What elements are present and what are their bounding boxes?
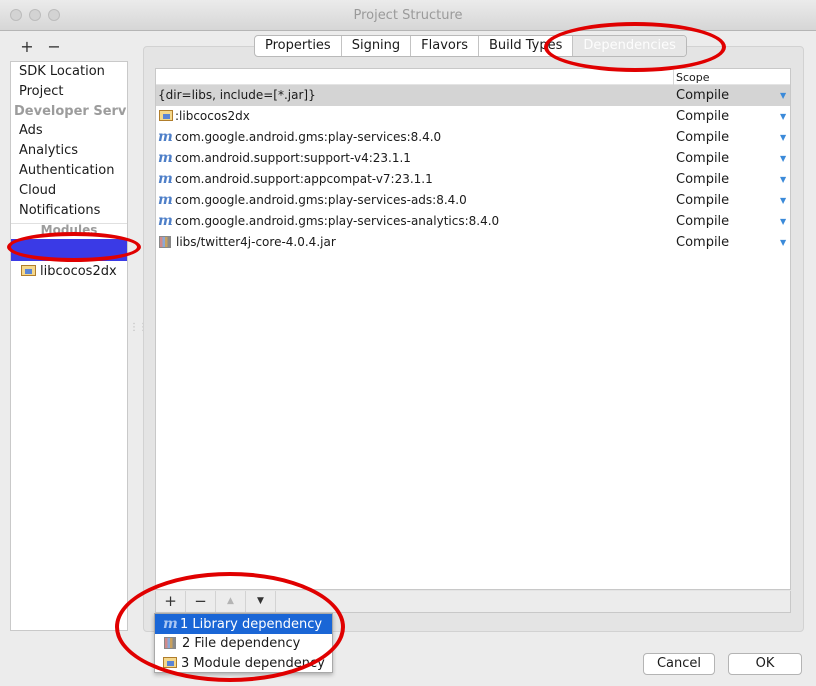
scope-value[interactable]: Compile	[676, 190, 729, 211]
dependency-name: com.google.android.gms:play-services-ana…	[175, 214, 500, 228]
maven-icon: m	[158, 213, 173, 229]
tab-dependencies[interactable]: Dependencies	[573, 36, 686, 56]
maven-icon: m	[158, 150, 173, 166]
table-row[interactable]: m com.google.android.gms:play-services:8.…	[156, 127, 790, 148]
scope-dropdown-icon[interactable]: ▼	[780, 232, 786, 253]
menu-item-module-dependency[interactable]: 3 Module dependency	[155, 654, 332, 674]
dependencies-table: Scope {dir=libs, include=[*.jar]} Compil…	[155, 68, 791, 590]
scope-dropdown-icon[interactable]: ▼	[780, 106, 786, 127]
sidebar-item-ads[interactable]: Ads	[11, 121, 127, 141]
sidebar-item-sdk-location[interactable]: SDK Location	[11, 62, 127, 82]
scope-dropdown-icon[interactable]: ▼	[780, 211, 786, 232]
scope-value[interactable]: Compile	[676, 148, 729, 169]
scope-value[interactable]: Compile	[676, 127, 729, 148]
sidebar-item-selected-redacted[interactable]	[11, 239, 127, 261]
scope-value[interactable]: Compile	[676, 169, 729, 190]
scope-dropdown-icon[interactable]: ▼	[780, 148, 786, 169]
sidebar-item-authentication[interactable]: Authentication	[11, 161, 127, 181]
add-dependency-button[interactable]: +	[156, 591, 186, 612]
jar-icon	[159, 236, 171, 248]
module-folder-icon	[159, 110, 173, 121]
maven-icon: m	[158, 192, 173, 208]
menu-item-label: 3 Module dependency	[181, 656, 325, 671]
dependency-name: com.google.android.gms:play-services:8.4…	[175, 130, 442, 144]
remove-module-button[interactable]: −	[43, 37, 65, 56]
dependency-name: com.android.support:support-v4:23.1.1	[175, 151, 411, 165]
scope-value[interactable]: Compile	[676, 211, 729, 232]
table-row[interactable]: :libcocos2dx Compile ▼	[156, 106, 790, 127]
tab-signing[interactable]: Signing	[342, 36, 412, 56]
window-title: Project Structure	[353, 8, 463, 23]
maven-icon: m	[163, 616, 178, 632]
sidebar-item-notifications[interactable]: Notifications	[11, 201, 127, 221]
sidebar: SDK Location Project Developer Services …	[10, 61, 128, 631]
maven-icon: m	[158, 129, 173, 145]
scope-value[interactable]: Compile	[676, 232, 729, 253]
module-folder-icon	[21, 265, 36, 276]
tab-bar: Properties Signing Flavors Build Types D…	[254, 35, 687, 57]
sidebar-item-label: libcocos2dx	[40, 264, 117, 279]
scope-dropdown-icon[interactable]: ▼	[780, 127, 786, 148]
move-up-button[interactable]: ▲	[216, 591, 246, 612]
menu-item-library-dependency[interactable]: m1 Library dependency	[155, 614, 332, 634]
tab-build-types[interactable]: Build Types	[479, 36, 574, 56]
table-row[interactable]: libs/twitter4j-core-4.0.4.jar Compile ▼	[156, 232, 790, 253]
sidebar-toolbar: + −	[16, 37, 65, 56]
module-folder-icon	[163, 657, 177, 668]
scope-dropdown-icon[interactable]: ▼	[780, 190, 786, 211]
table-header: Scope	[156, 69, 790, 85]
scope-dropdown-icon[interactable]: ▼	[780, 169, 786, 190]
maven-icon: m	[158, 171, 173, 187]
remove-dependency-button[interactable]: −	[186, 591, 216, 612]
dependencies-toolbar: + − ▲ ▼	[155, 591, 791, 613]
sidebar-item-cloud[interactable]: Cloud	[11, 181, 127, 201]
dependency-name: libs/twitter4j-core-4.0.4.jar	[176, 235, 336, 249]
scope-value[interactable]: Compile	[676, 106, 729, 127]
table-row[interactable]: {dir=libs, include=[*.jar]} Compile ▼	[156, 85, 790, 106]
table-row[interactable]: m com.android.support:support-v4:23.1.1 C…	[156, 148, 790, 169]
scope-dropdown-icon[interactable]: ▼	[780, 85, 786, 106]
dependency-name: com.google.android.gms:play-services-ads…	[175, 193, 467, 207]
tab-properties[interactable]: Properties	[255, 36, 342, 56]
title-bar: Project Structure	[0, 0, 816, 31]
sidebar-header-modules: Modules	[11, 223, 127, 237]
table-row[interactable]: m com.google.android.gms:play-services-ad…	[156, 190, 790, 211]
scope-value[interactable]: Compile	[676, 85, 729, 106]
menu-item-label: 1 Library dependency	[180, 617, 323, 632]
menu-item-file-dependency[interactable]: 2 File dependency	[155, 634, 332, 654]
add-module-button[interactable]: +	[16, 37, 38, 56]
cancel-button[interactable]: Cancel	[643, 653, 715, 675]
jar-icon	[164, 637, 176, 649]
table-row[interactable]: m com.android.support:appcompat-v7:23.1.1…	[156, 169, 790, 190]
table-row[interactable]: m com.google.android.gms:play-services-an…	[156, 211, 790, 232]
menu-item-label: 2 File dependency	[182, 636, 301, 651]
dependency-name: :libcocos2dx	[175, 109, 250, 123]
ok-button[interactable]: OK	[728, 653, 802, 675]
move-down-button[interactable]: ▼	[246, 591, 276, 612]
dependency-name: {dir=libs, include=[*.jar]}	[158, 88, 316, 102]
sidebar-item-analytics[interactable]: Analytics	[11, 141, 127, 161]
sidebar-item-project[interactable]: Project	[11, 82, 127, 102]
dependency-name: com.android.support:appcompat-v7:23.1.1	[175, 172, 433, 186]
scope-column-header[interactable]: Scope	[673, 70, 791, 85]
add-dependency-menu: m1 Library dependency 2 File dependency …	[154, 613, 333, 673]
sidebar-item-libcocos2dx[interactable]: libcocos2dx	[11, 261, 127, 283]
sidebar-header-developer-services: Developer Services	[14, 104, 127, 119]
tab-flavors[interactable]: Flavors	[411, 36, 479, 56]
